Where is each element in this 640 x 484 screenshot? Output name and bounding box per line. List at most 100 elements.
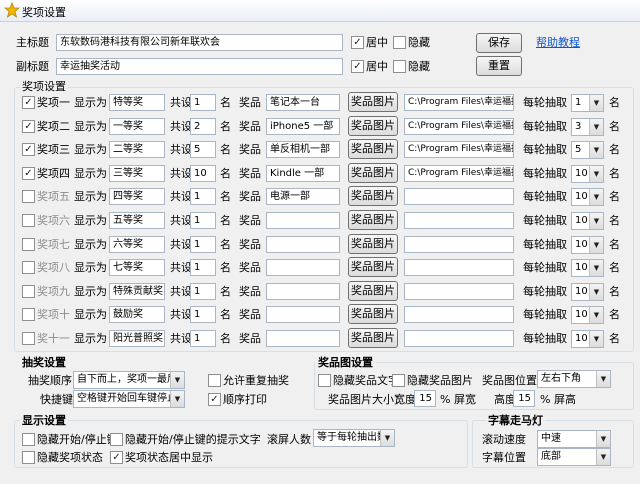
- prize-image-path-input[interactable]: C:\Program Files\幸运福抽奖\: [404, 165, 514, 182]
- prize-image-path-input[interactable]: [404, 212, 514, 229]
- prize-display-input[interactable]: 一等奖: [109, 118, 165, 135]
- per-round-select[interactable]: 5 ▼: [571, 141, 604, 159]
- prize-image-path-input[interactable]: C:\Program Files\幸运福抽奖\: [404, 94, 514, 111]
- prize-enabled-checkbox[interactable]: [22, 214, 35, 227]
- prize-display-input[interactable]: 七等奖: [109, 259, 165, 276]
- per-round-select[interactable]: 10 ▼: [571, 259, 604, 277]
- per-round-select[interactable]: 10 ▼: [571, 306, 604, 324]
- prize-image-button[interactable]: 奖品图片: [348, 139, 398, 159]
- sub-title-input[interactable]: 幸运抽奖活动: [56, 58, 343, 75]
- prize-image-button[interactable]: 奖品图片: [348, 92, 398, 112]
- prize-count-input[interactable]: 1: [190, 306, 216, 323]
- prize-count-input[interactable]: 1: [190, 212, 216, 229]
- help-link[interactable]: 帮助教程: [536, 36, 580, 50]
- prize-display-input[interactable]: 五等奖: [109, 212, 165, 229]
- image-height-input[interactable]: 15: [513, 390, 535, 407]
- prize-count-input[interactable]: 2: [190, 118, 216, 135]
- sub-title-center-checkbox[interactable]: ✓: [351, 60, 364, 73]
- prize-count-input[interactable]: 1: [190, 94, 216, 111]
- prize-enabled-checkbox[interactable]: [22, 261, 35, 274]
- prize-count-input[interactable]: 5: [190, 141, 216, 158]
- main-title-hide-checkbox[interactable]: [393, 36, 406, 49]
- prize-item-input[interactable]: 单反相机一部: [266, 141, 340, 158]
- image-width-input[interactable]: 15: [414, 390, 436, 407]
- per-round-select[interactable]: 1 ▼: [571, 94, 604, 112]
- prize-display-input[interactable]: 鼓励奖: [109, 306, 165, 323]
- image-position-select[interactable]: 左右下角 ▼: [537, 370, 611, 388]
- prize-display-input[interactable]: 三等奖: [109, 165, 165, 182]
- marquee-speed-select[interactable]: 中速 ▼: [537, 430, 611, 448]
- per-round-select[interactable]: 10 ▼: [571, 165, 604, 183]
- prize-image-button[interactable]: 奖品图片: [348, 304, 398, 324]
- prize-enabled-checkbox[interactable]: [22, 332, 35, 345]
- prize-image-button[interactable]: 奖品图片: [348, 186, 398, 206]
- draw-order-select[interactable]: 自下而上，奖项一最后 ▼: [73, 371, 185, 389]
- prize-enabled-checkbox[interactable]: ✓: [22, 143, 35, 156]
- per-round-select[interactable]: 10 ▼: [571, 283, 604, 301]
- prize-display-input[interactable]: 四等奖: [109, 188, 165, 205]
- prize-count-input[interactable]: 1: [190, 283, 216, 300]
- prize-item-input[interactable]: 电源一部: [266, 188, 340, 205]
- shortcut-select[interactable]: 空格键开始回车键停止 ▼: [73, 390, 185, 408]
- print-order-checkbox[interactable]: ✓: [208, 393, 221, 406]
- hide-prize-status-checkbox[interactable]: [22, 451, 35, 464]
- marquee-position-select[interactable]: 底部 ▼: [537, 448, 611, 466]
- prize-image-path-input[interactable]: [404, 330, 514, 347]
- per-round-select[interactable]: 10 ▼: [571, 188, 604, 206]
- prize-image-button[interactable]: 奖品图片: [348, 257, 398, 277]
- prize-enabled-checkbox[interactable]: ✓: [22, 96, 35, 109]
- prize-item-input[interactable]: 笔记本一台: [266, 94, 340, 111]
- reset-button[interactable]: 重置: [476, 56, 522, 76]
- prize-item-input[interactable]: iPhone5 一部: [266, 118, 340, 135]
- prize-image-button[interactable]: 奖品图片: [348, 163, 398, 183]
- prize-image-path-input[interactable]: [404, 259, 514, 276]
- prize-image-button[interactable]: 奖品图片: [348, 210, 398, 230]
- prize-image-button[interactable]: 奖品图片: [348, 234, 398, 254]
- prize-item-input[interactable]: Kindle 一部: [266, 165, 340, 182]
- per-round-select[interactable]: 10 ▼: [571, 330, 604, 348]
- prize-count-input[interactable]: 10: [190, 165, 216, 182]
- prize-image-path-input[interactable]: [404, 283, 514, 300]
- per-round-select[interactable]: 10 ▼: [571, 212, 604, 230]
- prize-enabled-checkbox[interactable]: [22, 285, 35, 298]
- per-round-select[interactable]: 10 ▼: [571, 236, 604, 254]
- hide-start-stop-checkbox[interactable]: [22, 433, 35, 446]
- main-title-center-checkbox[interactable]: ✓: [351, 36, 364, 49]
- prize-count-input[interactable]: 1: [190, 259, 216, 276]
- prize-image-path-input[interactable]: C:\Program Files\幸运福抽奖\: [404, 118, 514, 135]
- prize-item-input[interactable]: [266, 259, 340, 276]
- prize-count-input[interactable]: 1: [190, 236, 216, 253]
- prize-item-input[interactable]: [266, 306, 340, 323]
- sub-title-hide-checkbox[interactable]: [393, 60, 406, 73]
- prize-enabled-checkbox[interactable]: [22, 238, 35, 251]
- prize-image-button[interactable]: 奖品图片: [348, 328, 398, 348]
- prize-display-input[interactable]: 特等奖: [109, 94, 165, 111]
- prize-image-path-input[interactable]: C:\Program Files\幸运福抽奖\: [404, 141, 514, 158]
- status-center-checkbox[interactable]: ✓: [110, 451, 123, 464]
- main-title-input[interactable]: 东软数码港科技有限公司新年联欢会: [56, 34, 343, 51]
- prize-display-input[interactable]: 二等奖: [109, 141, 165, 158]
- prize-image-button[interactable]: 奖品图片: [348, 116, 398, 136]
- prize-display-input[interactable]: 六等奖: [109, 236, 165, 253]
- allow-repeat-checkbox[interactable]: [208, 374, 221, 387]
- prize-count-input[interactable]: 1: [190, 330, 216, 347]
- prize-item-input[interactable]: [266, 330, 340, 347]
- prize-count-input[interactable]: 1: [190, 188, 216, 205]
- save-button[interactable]: 保存: [476, 33, 522, 53]
- prize-enabled-checkbox[interactable]: [22, 190, 35, 203]
- prize-image-path-input[interactable]: [404, 236, 514, 253]
- prize-image-path-input[interactable]: [404, 306, 514, 323]
- prize-item-input[interactable]: [266, 212, 340, 229]
- prize-item-input[interactable]: [266, 283, 340, 300]
- scroll-count-select[interactable]: 等于每轮抽出数 ▼: [313, 429, 395, 447]
- prize-enabled-checkbox[interactable]: [22, 308, 35, 321]
- per-round-select[interactable]: 3 ▼: [571, 118, 604, 136]
- prize-image-button[interactable]: 奖品图片: [348, 281, 398, 301]
- prize-display-input[interactable]: 特殊贡献奖: [109, 283, 165, 300]
- hide-prize-image-checkbox[interactable]: [392, 374, 405, 387]
- prize-image-path-input[interactable]: [404, 188, 514, 205]
- prize-enabled-checkbox[interactable]: ✓: [22, 120, 35, 133]
- hide-start-stop-hint-checkbox[interactable]: [110, 433, 123, 446]
- prize-item-input[interactable]: [266, 236, 340, 253]
- hide-prize-text-checkbox[interactable]: [318, 374, 331, 387]
